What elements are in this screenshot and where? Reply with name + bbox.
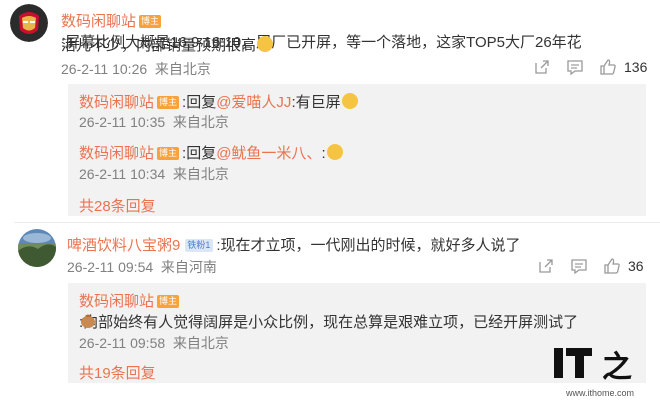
comment-time: 26-2-11 10:26	[61, 61, 148, 77]
reply-2-meta: 26-2-11 10:34 来自北京	[79, 164, 229, 184]
fan-badge: 铁粉1	[185, 239, 214, 252]
comment-icon[interactable]	[570, 257, 588, 280]
comment-location: 来自河南	[160, 259, 217, 275]
grin-emoji-icon	[326, 144, 343, 160]
blogger-badge: 博主	[139, 15, 162, 28]
comment-2-header: 啤酒饮料八宝粥9 铁粉1:现在才立项，一代刚出的时候，就好多人说了	[67, 234, 521, 255]
reply-user-name[interactable]: 数码闲聊站	[79, 145, 154, 162]
reply-time: 26-2-11 10:34	[79, 166, 166, 182]
comment-1-meta: 26-2-11 10:26 来自北京	[61, 59, 211, 79]
reply-prefix: :回复	[182, 94, 217, 111]
share-icon[interactable]	[533, 58, 551, 81]
comment-time: 26-2-11 09:54	[67, 259, 154, 275]
reply-text: :	[321, 145, 326, 162]
money-bag-emoji-icon	[79, 311, 97, 334]
reply-1-meta: 26-2-11 10:35 来自北京	[79, 112, 229, 132]
reply-3-meta: 26-2-11 09:58 来自北京	[79, 333, 229, 353]
grin-emoji-icon	[341, 93, 358, 109]
reply-2-line: 数码闲聊站 博主:回复@鱿鱼一米八、:	[79, 142, 343, 163]
reply-text: :内部始终有人觉得阔屏是小众比例，现在总算是艰难立项，已经开屏测试了	[79, 314, 579, 331]
like-count: 36	[628, 258, 644, 274]
avatar-blogger[interactable]	[10, 4, 48, 42]
reply-user-name[interactable]: 数码闲聊站	[79, 293, 154, 310]
reply-time: 26-2-11 10:35	[79, 114, 166, 130]
blogger-badge: 博主	[157, 147, 180, 160]
comment-text-continued: 活儿不少，内部销量预期很高	[61, 37, 257, 54]
reply-prefix: :回复	[182, 145, 217, 162]
reply-location: 来自北京	[172, 166, 229, 182]
mention-link[interactable]: @鱿鱼一米八、	[216, 145, 321, 162]
comment-text: :现在才立项，一代刚出的时候，就好多人说了	[216, 237, 521, 254]
mention-link[interactable]: @爱喵人JJ	[216, 94, 291, 111]
comment-1-text-line2: 活儿不少，内部销量预期很高	[61, 34, 274, 55]
comment-location: 来自北京	[154, 61, 211, 77]
reply-time: 26-2-11 09:58	[79, 335, 166, 351]
comment-user-name[interactable]: 数码闲聊站	[61, 13, 136, 30]
reply-1-line: 数码闲聊站 博主:回复@爱喵人JJ:有巨屏	[79, 91, 358, 112]
reply-text: :有巨屏	[291, 94, 341, 111]
comment-user-name[interactable]: 啤酒饮料八宝粥9	[67, 237, 180, 254]
blogger-badge: 博主	[157, 96, 180, 109]
svg-text:之: 之	[602, 350, 632, 384]
avatar-user[interactable]	[18, 229, 56, 267]
reply-location: 来自北京	[172, 335, 229, 351]
laugh-emoji-icon	[257, 36, 274, 52]
comment-2-meta: 26-2-11 09:54 来自河南	[67, 257, 217, 277]
like-icon[interactable]	[599, 58, 617, 81]
watermark-url: www.ithome.com	[566, 388, 635, 398]
more-replies-link[interactable]: 共19条回复	[79, 362, 156, 383]
ithome-logo: 之	[552, 344, 652, 389]
more-replies-link[interactable]: 共28条回复	[79, 195, 156, 216]
divider	[14, 222, 660, 223]
blogger-badge: 博主	[157, 295, 180, 308]
comment-icon[interactable]	[566, 58, 584, 81]
share-icon[interactable]	[537, 257, 555, 280]
reply-user-name[interactable]: 数码闲聊站	[79, 94, 154, 111]
reply-location: 来自北京	[172, 114, 229, 130]
like-icon[interactable]	[603, 257, 621, 280]
like-count: 136	[624, 59, 648, 75]
reply-3-line: 数码闲聊站 博主 :内部始终有人觉得阔屏是小众比例，现在总算是艰难立项，已经开屏测试…	[79, 290, 660, 332]
